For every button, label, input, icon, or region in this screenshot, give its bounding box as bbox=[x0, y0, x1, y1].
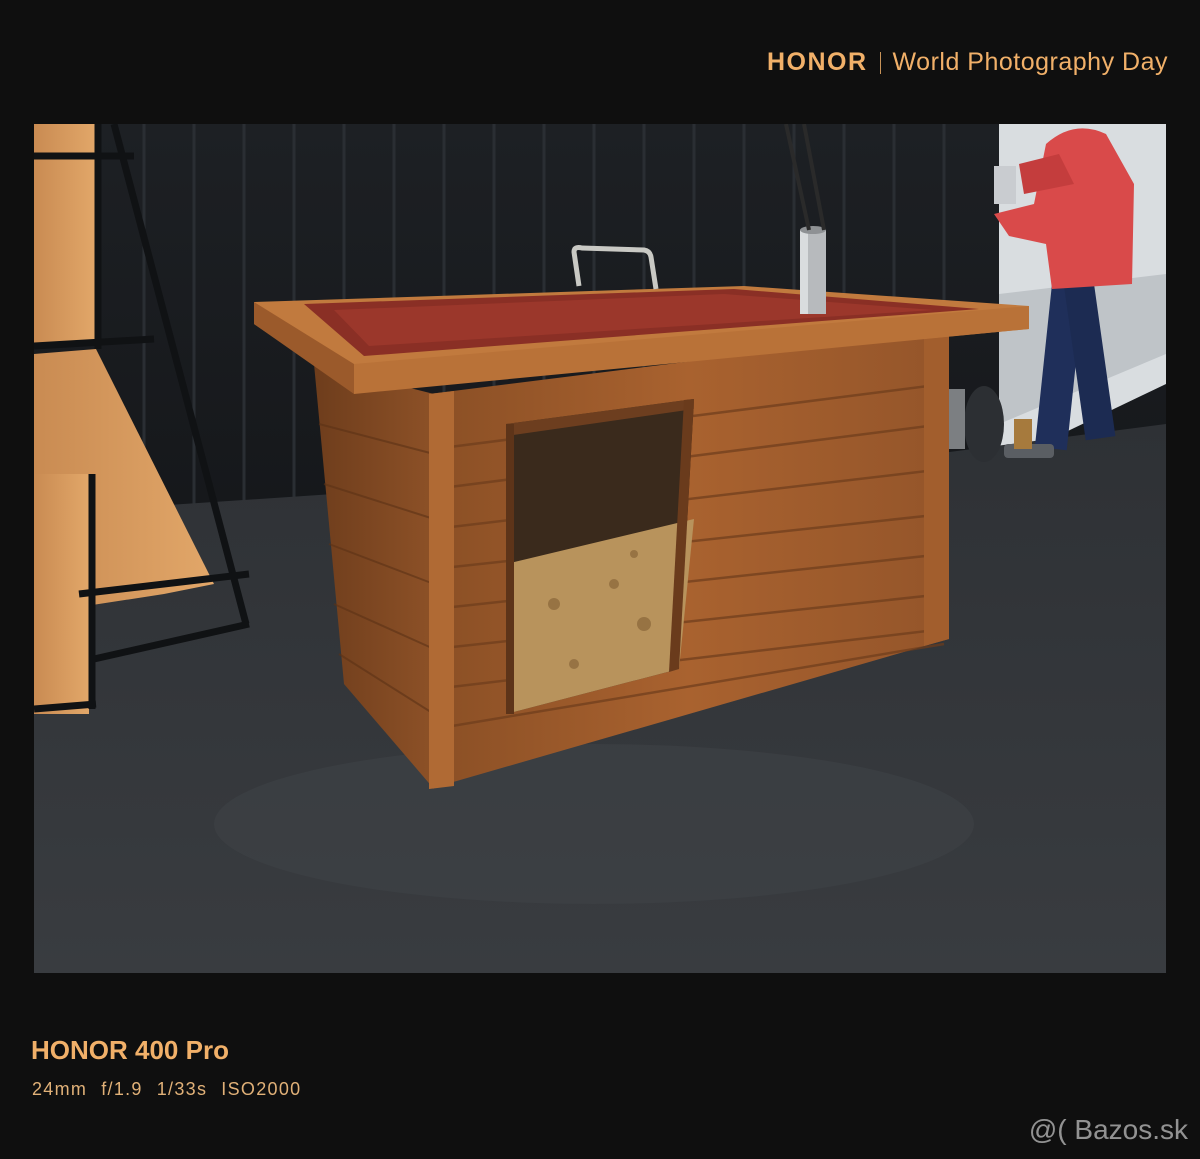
tagline-label: World Photography Day bbox=[892, 48, 1168, 76]
shutter-speed: 1/33s bbox=[156, 1079, 208, 1099]
aperture: f/1.9 bbox=[101, 1079, 143, 1099]
camera-model: HONOR 400 Pro bbox=[31, 1035, 229, 1065]
iso: ISO2000 bbox=[221, 1079, 302, 1099]
photo-illustration bbox=[34, 124, 1166, 973]
photo bbox=[34, 124, 1166, 973]
brand-label: HONOR bbox=[766, 48, 868, 76]
frame-header: HONOR World Photography Day bbox=[767, 48, 1168, 77]
focal-length: 24mm bbox=[32, 1079, 88, 1099]
watermark: @( Bazos.sk bbox=[1028, 1114, 1188, 1145]
header-divider bbox=[879, 51, 881, 74]
exif-info: 24mm f/1.9 1/33s ISO2000 bbox=[32, 1079, 301, 1100]
